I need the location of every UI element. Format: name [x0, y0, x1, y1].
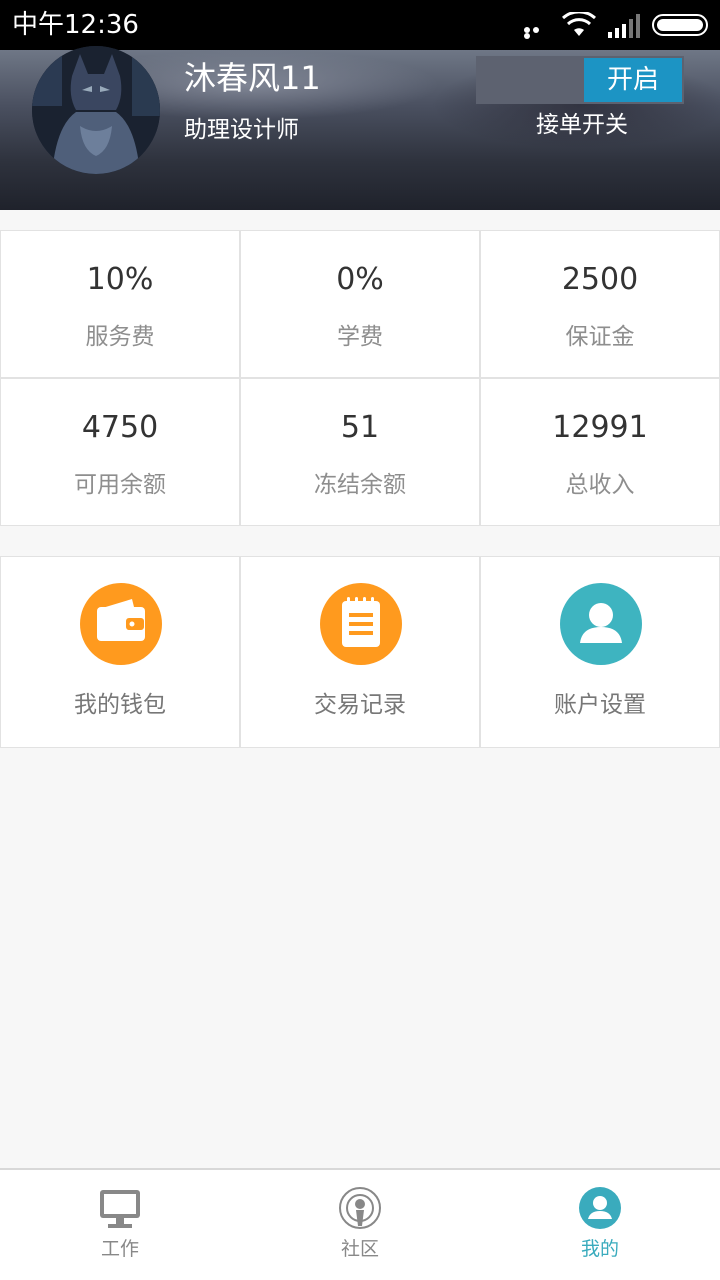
- wifi-icon: [562, 12, 596, 36]
- stat-label: 可用余额: [74, 472, 166, 498]
- tab-label: 工作: [100, 1238, 139, 1260]
- status-bar: 中午12:36: [0, 0, 720, 50]
- stat-label: 服务费: [85, 324, 155, 350]
- order-toggle-caption: 接单开关: [536, 112, 628, 138]
- avatar[interactable]: [32, 46, 160, 174]
- broadcast-icon: [339, 1187, 381, 1229]
- wallet-icon: [80, 583, 162, 665]
- user-icon: [579, 1187, 621, 1229]
- avatar-image: [32, 46, 160, 174]
- menu-account-settings[interactable]: 账户设置: [480, 556, 720, 748]
- menu-label: 账户设置: [554, 692, 646, 718]
- tab-work[interactable]: 工作: [0, 1170, 240, 1280]
- stat-label: 冻结余额: [314, 472, 406, 498]
- tab-label: 我的: [580, 1238, 619, 1260]
- stat-frozen-balance: 51 冻结余额: [240, 378, 480, 526]
- stat-label: 保证金: [565, 324, 635, 350]
- stat-available-balance: 4750 可用余额: [0, 378, 240, 526]
- menu-transactions[interactable]: 交易记录: [240, 556, 480, 748]
- signal-icon: [608, 14, 640, 38]
- tab-community[interactable]: 社区: [240, 1170, 480, 1280]
- stat-label: 总收入: [565, 472, 635, 498]
- tab-mine[interactable]: 我的: [480, 1170, 720, 1280]
- order-toggle-switch[interactable]: 开启: [476, 56, 684, 104]
- user-name: 沐春风11: [184, 59, 321, 97]
- stat-value: 51: [340, 410, 380, 445]
- tab-label: 社区: [340, 1238, 379, 1260]
- stat-total-income: 12991 总收入: [480, 378, 720, 526]
- stat-service-fee: 10% 服务费: [0, 230, 240, 378]
- toggle-on-label: 开启: [584, 58, 682, 102]
- stat-deposit: 2500 保证金: [480, 230, 720, 378]
- stat-value: 12991: [552, 410, 648, 445]
- menu-label: 交易记录: [314, 692, 406, 718]
- stat-value: 0%: [336, 262, 384, 297]
- status-time: 中午12:36: [12, 10, 139, 40]
- monitor-icon: [100, 1190, 140, 1228]
- stat-value: 10%: [86, 262, 154, 297]
- stat-value: 4750: [81, 410, 159, 445]
- stat-label: 学费: [337, 324, 383, 350]
- stat-tuition: 0% 学费: [240, 230, 480, 378]
- menu-wallet[interactable]: 我的钱包: [0, 556, 240, 748]
- battery-icon: [652, 14, 708, 36]
- stat-value: 2500: [561, 262, 639, 297]
- bottom-tab-bar: 工作 社区 我的: [0, 1168, 720, 1280]
- menu-label: 我的钱包: [74, 692, 166, 718]
- more-dots-icon: [524, 27, 550, 39]
- user-icon: [560, 583, 642, 665]
- notepad-icon: [320, 583, 402, 665]
- user-role: 助理设计师: [184, 117, 299, 143]
